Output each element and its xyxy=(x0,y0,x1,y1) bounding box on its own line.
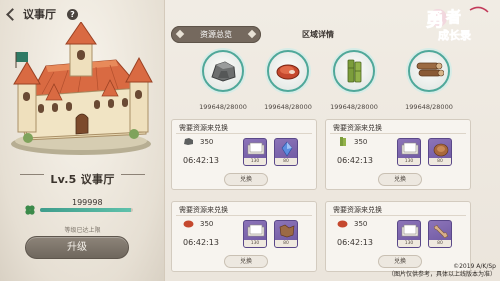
resource-stone-frame xyxy=(202,50,244,92)
level-row: Lv.5 议事厅 xyxy=(0,168,165,187)
svg-text:者: 者 xyxy=(446,8,461,26)
resource-stone-count: 199648/28000 xyxy=(199,103,247,111)
item-slot[interactable]: 80 xyxy=(428,138,452,166)
item-slot[interactable]: 130 xyxy=(243,220,267,248)
paper-icon xyxy=(401,224,419,237)
level-divider-right xyxy=(121,174,145,175)
exp-progress-bar xyxy=(40,208,133,212)
resource-bamboo[interactable]: 199648/28000 xyxy=(323,50,385,111)
item-count: 130 xyxy=(398,158,420,165)
bone-icon xyxy=(433,224,449,239)
exchange-button[interactable]: 兑换 xyxy=(378,173,422,186)
item-count: 130 xyxy=(244,240,266,247)
top-bar: 议事厅 ? xyxy=(4,6,78,22)
max-level-note: 等级已达上限 xyxy=(64,227,101,234)
building-panel: 议事厅 ? Lv.5 议事厅 199998 等级已达上限 升级 xyxy=(0,0,165,281)
item-count: 130 xyxy=(244,158,266,165)
card-divider xyxy=(176,133,312,134)
card-title: 需要资源来兑换 xyxy=(179,124,228,132)
meat-icon xyxy=(337,220,348,228)
paper-icon xyxy=(247,142,265,155)
card-title: 需要资源来兑换 xyxy=(179,206,228,214)
disclaimer-text: （图片仅供参考，具体以上线版本为准） xyxy=(387,271,496,278)
card-timer: 06:42:13 xyxy=(337,156,373,165)
council-hall-illustration xyxy=(11,22,153,155)
item-slot[interactable]: 80 xyxy=(274,138,298,166)
hide-icon xyxy=(279,224,295,238)
stone-icon xyxy=(184,138,193,145)
wood-icon xyxy=(416,62,444,77)
game-logo: 勇 者 成长录 xyxy=(426,6,489,42)
item-slot[interactable]: 80 xyxy=(428,220,452,248)
exchange-card: 需要资源来兑换 350 06:42:13 130 80 兑换 xyxy=(325,201,471,272)
back-button[interactable] xyxy=(4,7,18,21)
clover-icon xyxy=(25,205,35,215)
svg-text:成长录: 成长录 xyxy=(438,28,471,42)
crystal-icon xyxy=(281,141,293,157)
exchange-card: 需要资源来兑换 350 06:42:13 130 80 兑换 xyxy=(171,119,317,190)
resource-stone[interactable]: 199648/28000 xyxy=(192,50,254,111)
meat-icon xyxy=(183,220,194,228)
paper-icon xyxy=(247,224,265,237)
item-slot[interactable]: 130 xyxy=(243,138,267,166)
exchange-button[interactable]: 兑换 xyxy=(224,173,268,186)
exp-progress-fill xyxy=(40,208,132,212)
resource-wood-count: 199648/28000 xyxy=(405,103,453,111)
bamboo-icon xyxy=(340,137,346,146)
card-resource-amount: 350 xyxy=(354,138,368,146)
exp-value: 199998 xyxy=(72,198,103,207)
item-count: 80 xyxy=(275,158,297,165)
resource-wood-frame xyxy=(408,50,450,92)
meat-icon xyxy=(276,64,300,80)
card-resource-amount: 350 xyxy=(354,220,368,228)
item-slot[interactable]: 130 xyxy=(397,138,421,166)
copyright-notice: ©2019 A/K/Sp （图片仅供参考，具体以上线版本为准） xyxy=(388,263,496,279)
item-slot[interactable]: 130 xyxy=(397,220,421,248)
item-slot[interactable]: 80 xyxy=(274,220,298,248)
resource-meat[interactable]: 199648/28000 xyxy=(257,50,319,111)
building-level-title: Lv.5 议事厅 xyxy=(50,173,115,186)
resource-bamboo-count: 199648/28000 xyxy=(330,103,378,111)
exchange-card: 需要资源来兑换 350 06:42:13 130 80 兑换 xyxy=(325,119,471,190)
card-divider xyxy=(330,133,466,134)
upgrade-button[interactable]: 升级 xyxy=(25,236,129,259)
resource-meat-frame xyxy=(267,50,309,92)
card-timer: 06:42:13 xyxy=(183,156,219,165)
item-count: 130 xyxy=(398,240,420,247)
paper-icon xyxy=(401,142,419,155)
leather-icon xyxy=(433,143,449,157)
exchange-button[interactable]: 兑换 xyxy=(224,255,268,268)
copyright-text: ©2019 A/K/Sp xyxy=(453,263,496,270)
card-divider xyxy=(330,215,466,216)
item-count: 80 xyxy=(429,158,451,165)
item-count: 80 xyxy=(429,240,451,247)
help-icon[interactable]: ? xyxy=(67,8,78,20)
tab-area-detail[interactable]: 区域详情 xyxy=(296,26,340,43)
tab-resource-overview[interactable]: 资源总览 xyxy=(171,26,261,43)
resource-wood[interactable]: 199648/28000 xyxy=(398,50,460,111)
page-title: 议事厅 xyxy=(23,8,56,21)
resource-bamboo-frame xyxy=(333,50,375,92)
resource-meat-count: 199648/28000 xyxy=(264,103,312,111)
card-timer: 06:42:13 xyxy=(337,238,373,247)
card-divider xyxy=(176,215,312,216)
card-timer: 06:42:13 xyxy=(183,238,219,247)
item-count: 80 xyxy=(275,240,297,247)
bamboo-icon xyxy=(347,59,362,83)
card-title: 需要资源来兑换 xyxy=(333,124,382,132)
svg-text:勇: 勇 xyxy=(426,10,444,31)
card-title: 需要资源来兑换 xyxy=(333,206,382,214)
card-resource-amount: 350 xyxy=(200,138,214,146)
exchange-card: 需要资源来兑换 350 06:42:13 130 80 兑换 xyxy=(171,201,317,272)
card-resource-amount: 350 xyxy=(200,220,214,228)
stone-icon xyxy=(211,61,236,82)
level-divider-left xyxy=(20,174,44,175)
